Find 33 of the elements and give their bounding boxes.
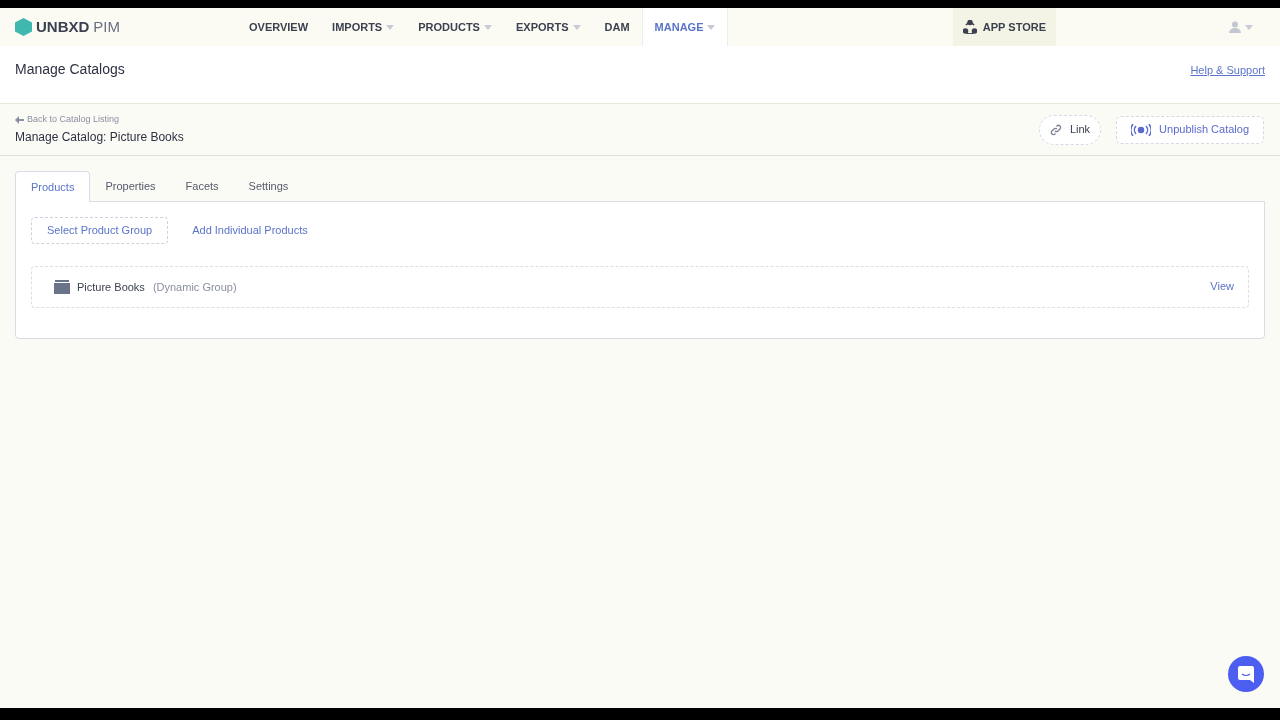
chat-button[interactable] xyxy=(1228,656,1264,692)
nav-item[interactable]: IMPORTS xyxy=(320,8,407,46)
catalog-title: Manage Catalog: Picture Books xyxy=(15,129,184,147)
page-title: Manage Catalogs xyxy=(15,60,125,79)
sub-tab[interactable]: Add Individual Products xyxy=(176,217,324,244)
sub-tab[interactable]: Select Product Group xyxy=(31,217,169,244)
nav-item[interactable]: MANAGE xyxy=(641,8,729,46)
nav-item[interactable]: OVERVIEW xyxy=(237,8,321,46)
box-icon xyxy=(54,280,70,294)
brand-name: UNBXD xyxy=(36,16,90,37)
network-icon xyxy=(962,20,977,34)
user-icon xyxy=(1229,21,1241,33)
nav-item[interactable]: EXPORTS xyxy=(503,8,593,46)
caret-icon xyxy=(1245,24,1253,30)
nav-item[interactable]: DAM xyxy=(592,8,642,46)
group-type: (Dynamic Group) xyxy=(152,279,237,295)
product-name: PIM xyxy=(93,16,120,37)
unpublish-button[interactable]: Unpublish Catalog xyxy=(1116,115,1264,144)
link-icon xyxy=(1049,123,1062,136)
app-store-button[interactable]: APP STORE xyxy=(952,8,1056,46)
hexagon-logo-icon xyxy=(15,18,32,36)
view-link[interactable]: View xyxy=(1210,277,1234,295)
group-name: Picture Books xyxy=(77,279,145,295)
tab[interactable]: Properties xyxy=(90,171,171,202)
nav-item[interactable]: PRODUCTS xyxy=(406,8,504,46)
tab[interactable]: Facets xyxy=(170,171,234,202)
help-support-link[interactable]: Help & Support xyxy=(1190,62,1265,79)
back-arrow-icon xyxy=(15,115,24,124)
tab[interactable]: Products xyxy=(15,171,91,202)
tab[interactable]: Settings xyxy=(233,171,304,202)
link-button[interactable]: Link xyxy=(1038,114,1102,145)
broadcast-icon xyxy=(1131,123,1152,136)
chat-icon xyxy=(1238,665,1254,683)
